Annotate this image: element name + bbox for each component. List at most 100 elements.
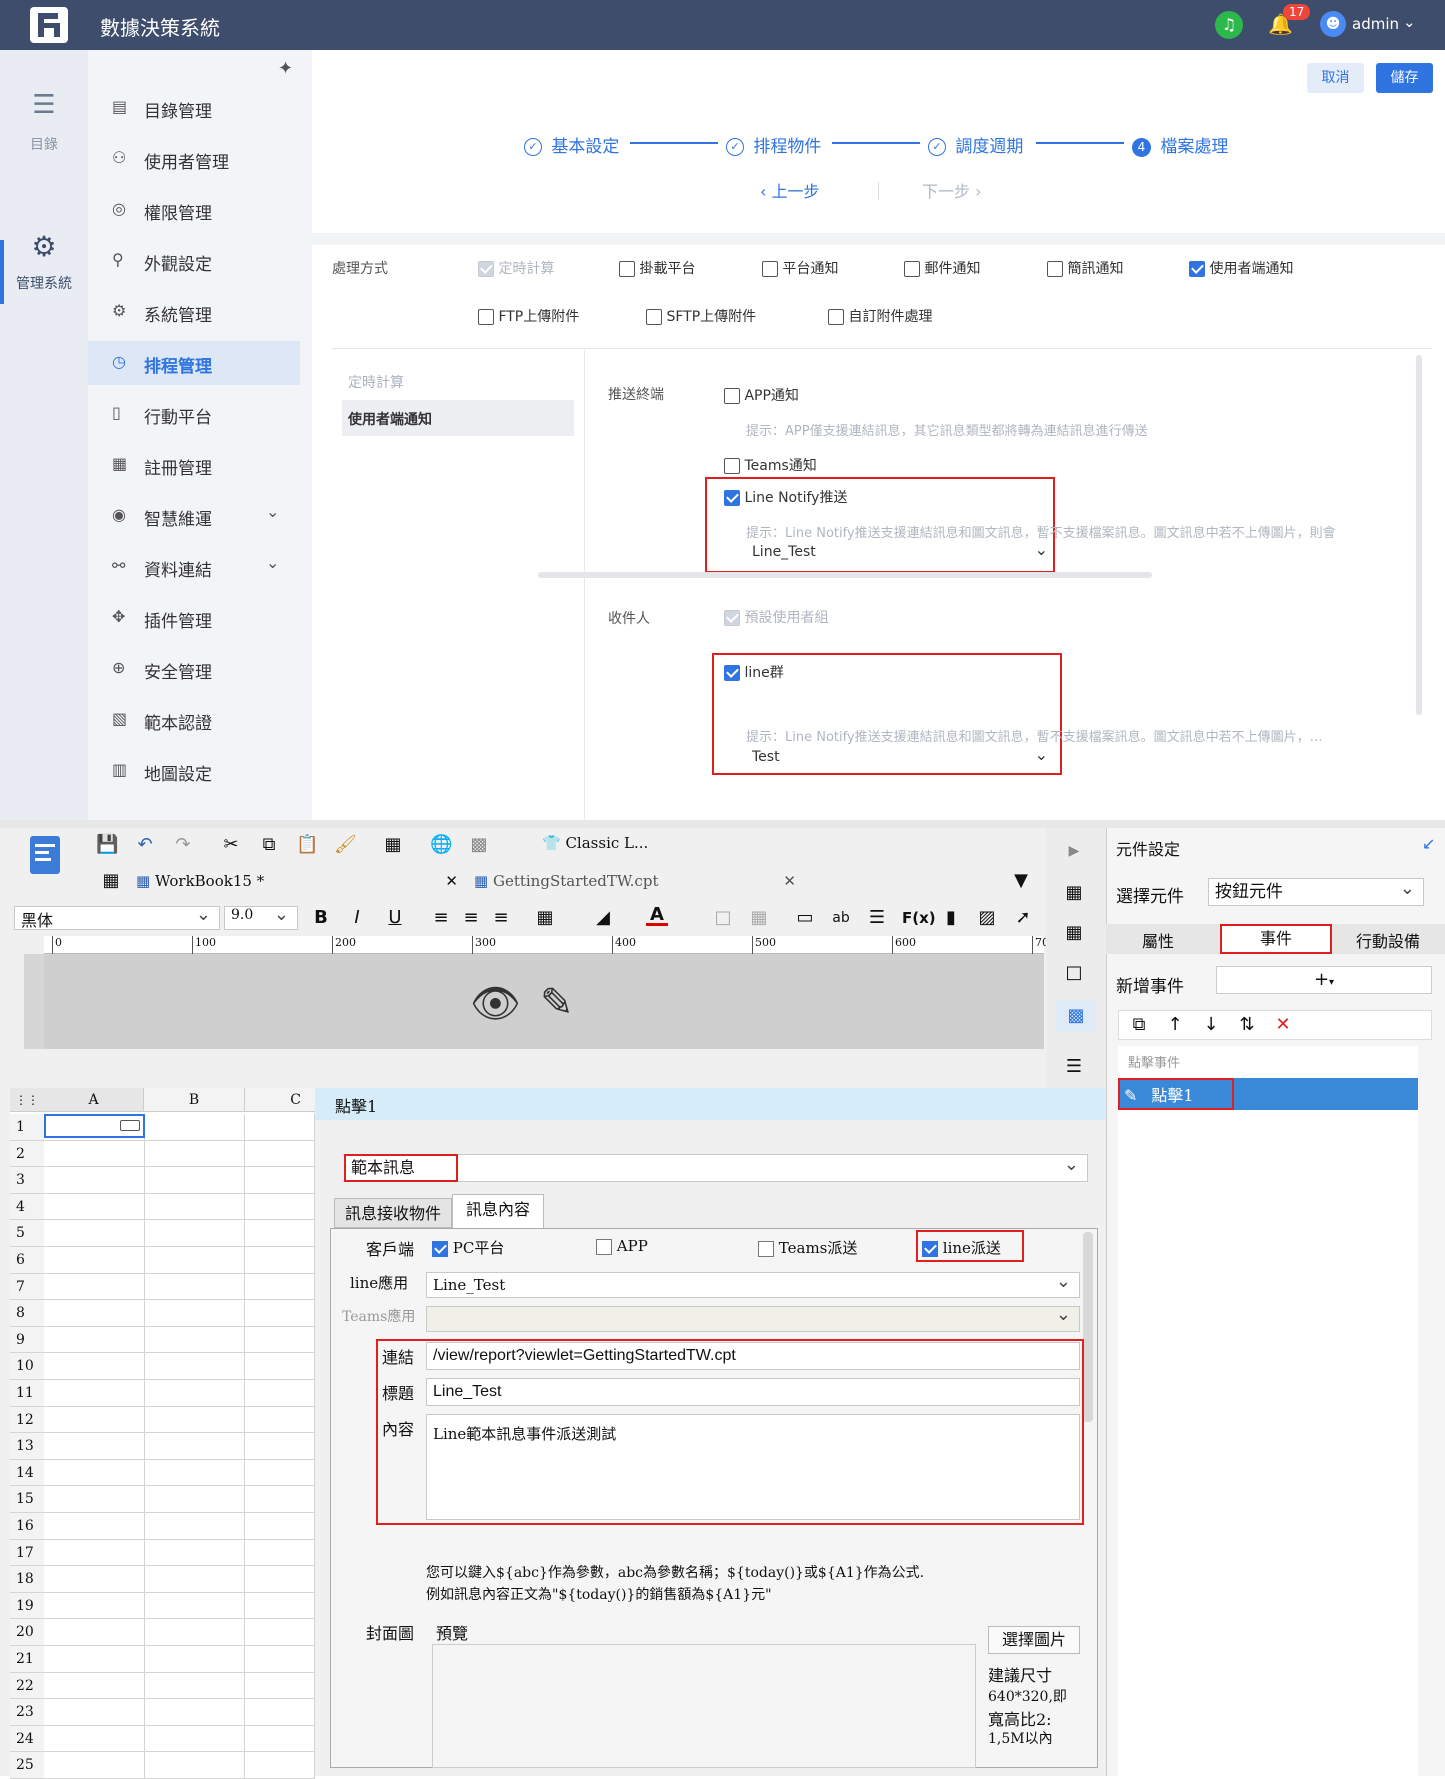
- sheet-cell[interactable]: [245, 1140, 315, 1168]
- sheet-cell[interactable]: [145, 1247, 245, 1274]
- row-header[interactable]: 4: [10, 1193, 44, 1221]
- align-right-icon[interactable]: ≡: [490, 907, 512, 929]
- content-textarea[interactable]: Line範本訊息事件派送測試: [426, 1414, 1080, 1520]
- cut-icon[interactable]: ✂: [220, 834, 242, 856]
- app-notify-checkbox[interactable]: APP通知: [724, 385, 799, 405]
- sheet-cell[interactable]: [245, 1273, 315, 1301]
- row-header[interactable]: 14: [10, 1459, 44, 1487]
- step-4[interactable]: 4 檔案處理: [1132, 132, 1228, 157]
- tab-mobile[interactable]: 行動設備: [1356, 928, 1420, 952]
- sheet-cell[interactable]: [145, 1539, 245, 1567]
- tab-getting-started[interactable]: ▦ GettingStartedTW.cpt ✕: [474, 866, 800, 898]
- sheet-cell[interactable]: [245, 1539, 315, 1567]
- sidebar-item[interactable]: ◉ 智慧維運 ⌄: [88, 494, 300, 538]
- sheet-cell[interactable]: [145, 1592, 245, 1620]
- event-item[interactable]: ✎ 點擊1: [1124, 1082, 1194, 1106]
- sheet-cell[interactable]: [145, 1619, 245, 1646]
- sheet-cell[interactable]: [44, 1646, 145, 1673]
- text-icon[interactable]: ab: [830, 907, 852, 929]
- row-header[interactable]: 1: [10, 1114, 44, 1141]
- save-icon[interactable]: 💾: [96, 834, 118, 856]
- sheet-cell[interactable]: [145, 1513, 245, 1540]
- insert-cell-icon[interactable]: ▭: [794, 907, 816, 929]
- paste-icon[interactable]: 📋: [296, 834, 318, 856]
- edit-icon[interactable]: ✎: [540, 980, 574, 1026]
- processing-option-checkbox[interactable]: 郵件通知: [904, 258, 980, 278]
- border-icon[interactable]: ▦: [534, 907, 556, 929]
- tab-workbook[interactable]: ▦ WorkBook15 * ✕: [136, 866, 462, 898]
- group-select[interactable]: Test ⌄: [752, 745, 1048, 773]
- processing-option-checkbox[interactable]: SFTP上傳附件: [646, 306, 756, 326]
- grid-icon[interactable]: ▦: [100, 870, 122, 892]
- tab-menu-icon[interactable]: ▼: [1010, 870, 1032, 892]
- sheet-cell[interactable]: [245, 1353, 315, 1380]
- sheet-cell[interactable]: [44, 1592, 145, 1620]
- sheet-cell[interactable]: [44, 1566, 145, 1593]
- web-icon[interactable]: 🌐: [430, 834, 452, 856]
- hide-icon[interactable]: 👁: [470, 980, 521, 1027]
- sheet-cell[interactable]: [44, 1326, 145, 1354]
- teams-notify-checkbox[interactable]: Teams通知: [724, 455, 817, 475]
- sheet-cell[interactable]: [44, 1459, 145, 1487]
- sheet-cell[interactable]: [44, 1539, 145, 1567]
- stack-icon[interactable]: ☰: [1063, 1056, 1085, 1078]
- processing-option-checkbox[interactable]: 自訂附件處理: [828, 306, 932, 326]
- sheet-cell[interactable]: [44, 1380, 145, 1407]
- sheet-cell[interactable]: [145, 1167, 245, 1194]
- row-header[interactable]: 16: [10, 1513, 44, 1540]
- row-header[interactable]: 21: [10, 1646, 44, 1673]
- row-header[interactable]: 25: [10, 1752, 44, 1779]
- sidebar-item[interactable]: ⚲ 外觀設定: [88, 239, 300, 283]
- frame-icon[interactable]: □: [1063, 962, 1085, 984]
- tab-attributes[interactable]: 屬性: [1142, 928, 1174, 952]
- chart-icon[interactable]: ▮: [940, 907, 962, 929]
- sheet-cell[interactable]: [245, 1646, 315, 1673]
- step-1[interactable]: ✓ 基本設定: [524, 132, 619, 157]
- line-group-checkbox[interactable]: line群: [724, 662, 784, 682]
- processing-option-checkbox[interactable]: FTP上傳附件: [478, 306, 579, 326]
- sheet-cell[interactable]: [245, 1300, 315, 1327]
- sheet-cell[interactable]: [145, 1699, 245, 1726]
- sheet-cell[interactable]: [44, 1619, 145, 1646]
- pc-platform-checkbox[interactable]: PC平台: [432, 1237, 504, 1258]
- sheet-cell[interactable]: [145, 1326, 245, 1354]
- template-icon[interactable]: ▩: [468, 834, 490, 856]
- tab-receivers[interactable]: 訊息接收物件: [334, 1198, 452, 1228]
- sidebar-item[interactable]: ▤ 目錄管理: [88, 86, 300, 130]
- table-icon[interactable]: ▦: [748, 907, 770, 929]
- slash-icon[interactable]: ➚: [1012, 907, 1034, 929]
- sheet-cell[interactable]: [245, 1406, 315, 1434]
- row-header[interactable]: 19: [10, 1592, 44, 1620]
- underline-icon[interactable]: U: [384, 907, 406, 929]
- sheet-cell[interactable]: [44, 1247, 145, 1274]
- row-header[interactable]: 15: [10, 1486, 44, 1513]
- sheet-cell[interactable]: [145, 1433, 245, 1460]
- delete-icon[interactable]: ✕: [1272, 1014, 1294, 1036]
- sheet-cell[interactable]: [245, 1247, 315, 1274]
- sheet-cell[interactable]: [145, 1300, 245, 1327]
- processing-option-checkbox[interactable]: 定時計算: [478, 258, 554, 278]
- sheet-cell[interactable]: [145, 1406, 245, 1434]
- select-widget-dropdown[interactable]: 按鈕元件: [1208, 876, 1424, 906]
- formula-icon[interactable]: F(x): [902, 907, 936, 929]
- widget-settings-icon[interactable]: ▩: [1056, 1000, 1096, 1032]
- rail-item-catalog[interactable]: ☰ 目錄: [0, 90, 88, 170]
- select-all-corner[interactable]: ⋮⋮: [10, 1088, 44, 1112]
- sheet-cell[interactable]: [245, 1725, 315, 1753]
- template-style-button[interactable]: 👕 Classic L...: [542, 834, 648, 852]
- tab-message-content[interactable]: 訊息內容: [452, 1194, 544, 1229]
- font-family-select[interactable]: 黑体: [14, 904, 220, 930]
- italic-icon[interactable]: I: [346, 907, 368, 929]
- row-header[interactable]: 2: [10, 1140, 44, 1168]
- processing-option-checkbox[interactable]: 使用者端通知: [1189, 258, 1293, 278]
- line-notify-checkbox[interactable]: Line Notify推送: [724, 487, 847, 507]
- sheet-cell[interactable]: [44, 1513, 145, 1540]
- sheet-cell[interactable]: [145, 1725, 245, 1753]
- sidebar-item[interactable]: ⊕ 安全管理: [88, 647, 300, 691]
- choose-image-button[interactable]: 選擇圖片: [988, 1626, 1080, 1654]
- sidebar-item[interactable]: ◎ 權限管理: [88, 188, 300, 232]
- sheet-cell[interactable]: [44, 1140, 145, 1168]
- sheet-cell[interactable]: [245, 1193, 315, 1221]
- default-group-checkbox[interactable]: 預設使用者組: [724, 607, 828, 627]
- row-header[interactable]: 5: [10, 1220, 44, 1247]
